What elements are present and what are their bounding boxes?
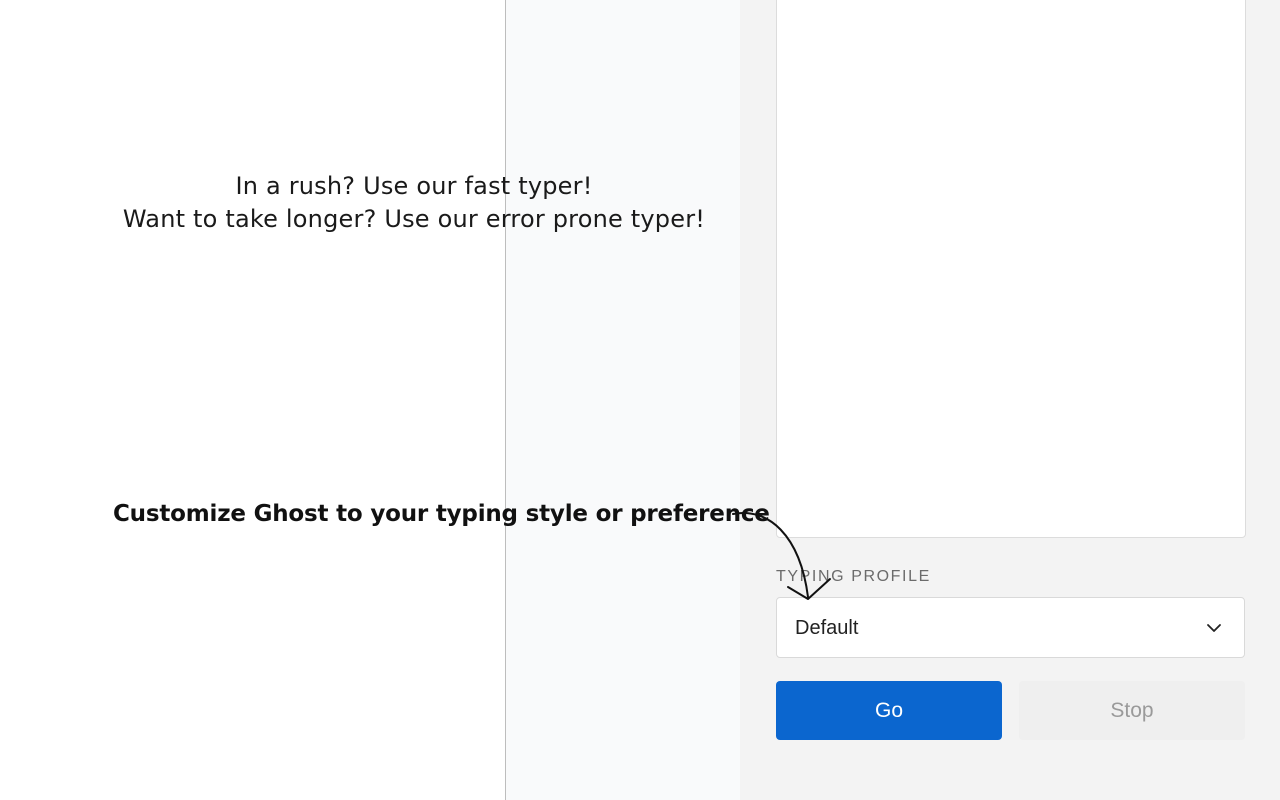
text-input-area[interactable] bbox=[776, 0, 1246, 538]
vertical-divider bbox=[505, 0, 506, 800]
stop-button[interactable]: Stop bbox=[1019, 681, 1245, 740]
chevron-down-icon bbox=[1207, 624, 1221, 632]
hand-drawn-arrow-icon bbox=[732, 511, 831, 600]
customize-callout: Customize Ghost to your typing style or … bbox=[113, 501, 770, 527]
page-background-strip bbox=[506, 0, 740, 800]
screenshot-stage: In a rush? Use our fast typer! Want to t… bbox=[0, 0, 1280, 800]
typing-profile-select[interactable]: Default bbox=[776, 597, 1245, 658]
promo-text: In a rush? Use our fast typer! Want to t… bbox=[100, 170, 728, 236]
go-button[interactable]: Go bbox=[776, 681, 1002, 740]
promo-line-fast: In a rush? Use our fast typer! bbox=[235, 172, 593, 200]
promo-line-error-prone: Want to take longer? Use our error prone… bbox=[122, 205, 706, 233]
typing-profile-value: Default bbox=[795, 617, 859, 639]
